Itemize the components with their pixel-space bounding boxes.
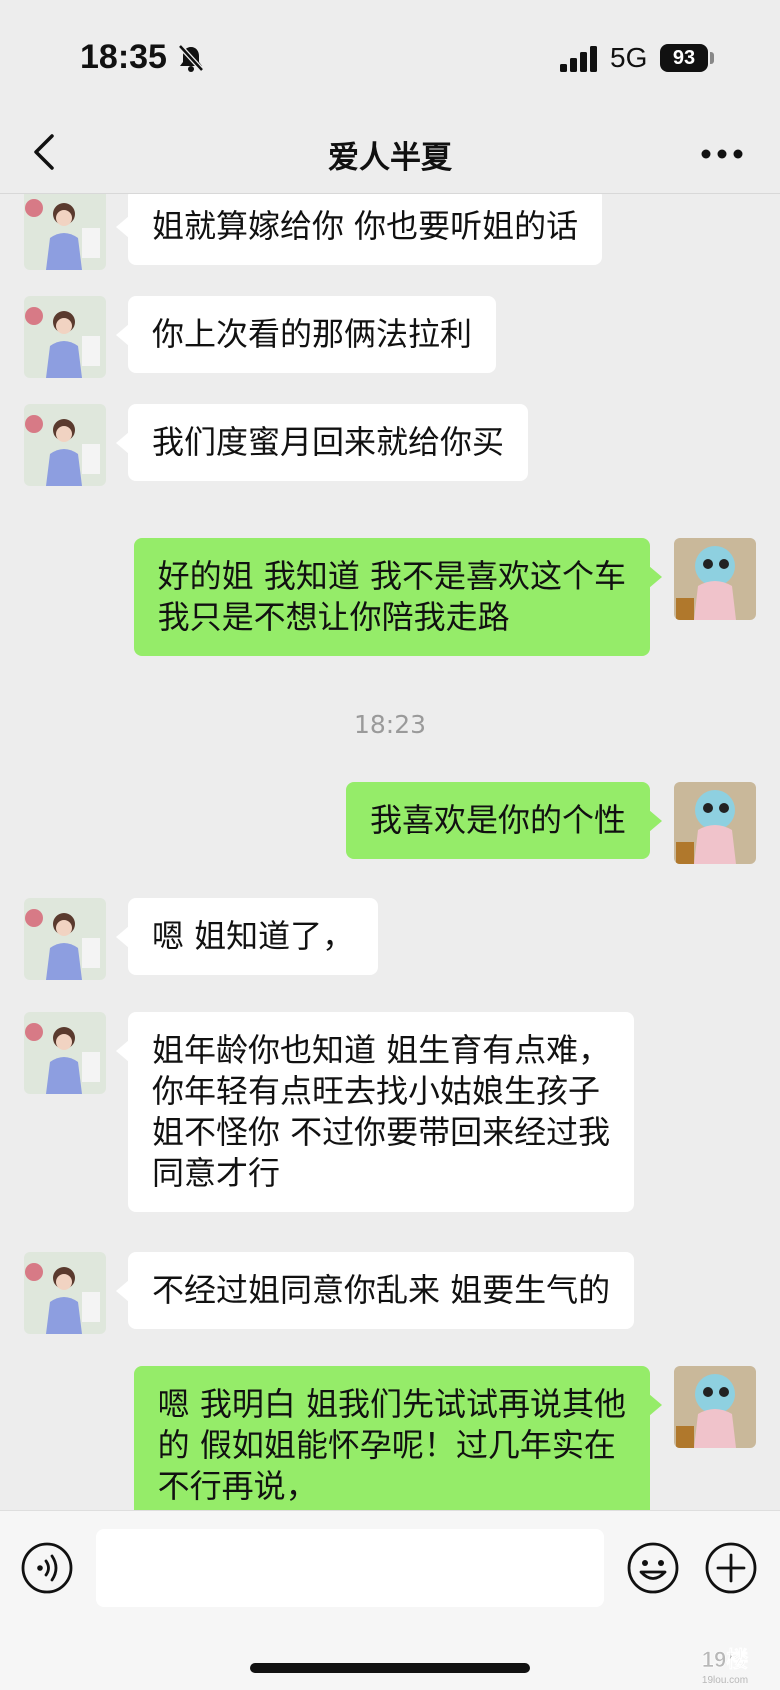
status-time: 18:35 — [80, 38, 167, 76]
contact-avatar[interactable] — [24, 1252, 106, 1334]
nav-bar: 爱人半夏 — [0, 110, 780, 194]
my-avatar[interactable] — [674, 782, 756, 864]
outgoing-message-bubble: 嗯 我明白 姐我们先试试再说其他 的 假如姐能怀孕呢！过几年实在 不行再说， — [133, 1366, 663, 1510]
incoming-message-bubble: 姐就算嫁给你 你也要听姐的话 — [115, 194, 603, 265]
incoming-message-bubble: 我们度蜜月回来就给你买 — [115, 404, 529, 481]
network-type: 5G — [610, 42, 648, 73]
my-avatar[interactable] — [674, 538, 756, 620]
chat-timestamp: 18:23 — [353, 710, 427, 739]
plus-icon[interactable] — [704, 1541, 758, 1595]
signal-icon — [560, 46, 597, 72]
my-avatar[interactable] — [674, 1366, 756, 1448]
input-bar: 19楼 19lou.com — [0, 1510, 780, 1690]
contact-avatar[interactable] — [24, 1012, 106, 1094]
watermark-sub: 19lou.com — [702, 1675, 748, 1686]
chat-title: 爱人半夏 — [328, 140, 452, 176]
status-bar: 18:35 5G 93 — [0, 0, 780, 120]
battery-indicator: 93 — [660, 44, 708, 72]
outgoing-message-bubble: 我喜欢是你的个性 — [345, 782, 663, 859]
more-dots-icon[interactable] — [700, 148, 744, 160]
message-input[interactable] — [96, 1529, 604, 1607]
incoming-message-bubble: 你上次看的那俩法拉利 — [115, 296, 497, 373]
incoming-message-bubble: 嗯 姐知道了， — [115, 898, 379, 975]
contact-avatar[interactable] — [24, 404, 106, 486]
contact-avatar[interactable] — [24, 898, 106, 980]
bell-muted-icon — [178, 44, 204, 72]
home-indicator[interactable] — [250, 1663, 530, 1673]
contact-avatar[interactable] — [24, 194, 106, 270]
emoji-icon[interactable] — [626, 1541, 680, 1595]
chat-area[interactable]: 姐就算嫁给你 你也要听姐的话 你上次看的那俩法拉利 我们度蜜月回来就给你买 好的… — [0, 194, 780, 1510]
voice-icon[interactable] — [20, 1541, 74, 1595]
site-watermark-logo: 19楼 19lou.com — [701, 1647, 748, 1686]
incoming-message-bubble: 姐年龄你也知道 姐生育有点难， 你年轻有点旺去找小姑娘生孩子 姐不怪你 不过你要… — [115, 1012, 635, 1212]
contact-avatar[interactable] — [24, 296, 106, 378]
incoming-message-bubble: 不经过姐同意你乱来 姐要生气的 — [115, 1252, 635, 1329]
battery-tip — [710, 52, 714, 64]
outgoing-message-bubble: 好的姐 我知道 我不是喜欢这个车 我只是不想让你陪我走路 — [133, 538, 663, 656]
watermark-text: 19楼 — [702, 1647, 748, 1672]
